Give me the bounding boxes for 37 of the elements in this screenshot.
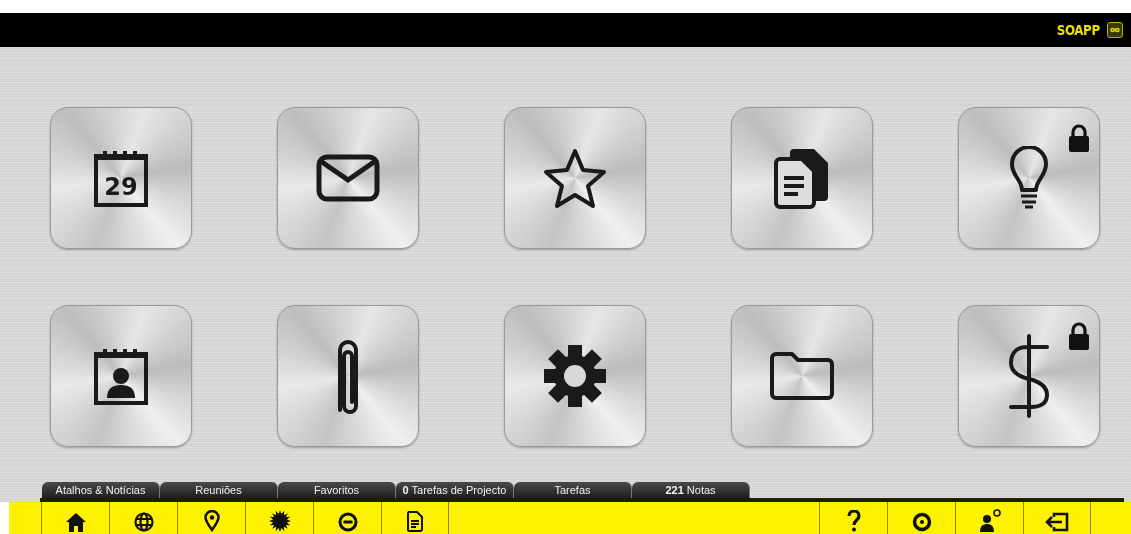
tab[interactable]: Tarefas bbox=[514, 482, 632, 498]
infinity-icon bbox=[1107, 22, 1123, 38]
starburst-icon bbox=[268, 510, 291, 532]
app-tile[interactable] bbox=[50, 305, 192, 447]
target-icon bbox=[911, 512, 932, 532]
app-tile[interactable] bbox=[504, 305, 646, 447]
tab[interactable]: 221 Notas bbox=[632, 482, 750, 498]
home-icon bbox=[64, 512, 87, 532]
app-tile[interactable] bbox=[277, 305, 419, 447]
envelope-icon bbox=[316, 154, 380, 202]
dollar-icon bbox=[1007, 333, 1051, 419]
star-icon bbox=[543, 147, 607, 209]
toolbar-button[interactable] bbox=[381, 502, 449, 534]
exit-icon bbox=[1044, 512, 1070, 532]
folder-icon bbox=[769, 350, 835, 402]
app-tile[interactable] bbox=[277, 107, 419, 249]
help-icon bbox=[846, 510, 861, 532]
gear-icon bbox=[542, 343, 608, 409]
app-tile[interactable]: 29 bbox=[50, 107, 192, 249]
tab[interactable]: 0 Tarefas de Projecto bbox=[396, 482, 514, 498]
light-bulb-icon bbox=[1009, 146, 1049, 210]
globe-icon bbox=[133, 512, 154, 532]
tab[interactable]: Atalhos & Notícias bbox=[42, 482, 160, 498]
toolbar-button[interactable] bbox=[1023, 502, 1091, 534]
app-tile[interactable] bbox=[504, 107, 646, 249]
app-tile[interactable] bbox=[731, 305, 873, 447]
app-logo: SOAPP bbox=[1056, 22, 1100, 38]
user-settings-icon bbox=[977, 508, 1002, 532]
tab[interactable]: Favoritos bbox=[278, 482, 396, 498]
app-tile[interactable] bbox=[958, 107, 1100, 249]
location-pin-icon bbox=[203, 510, 220, 532]
app-tile[interactable] bbox=[958, 305, 1100, 447]
contact-card-icon bbox=[93, 346, 149, 406]
minus-circle-icon bbox=[337, 512, 358, 532]
tab[interactable]: Reuniões bbox=[160, 482, 278, 498]
app-tile[interactable] bbox=[731, 107, 873, 249]
document-icon bbox=[407, 511, 423, 532]
